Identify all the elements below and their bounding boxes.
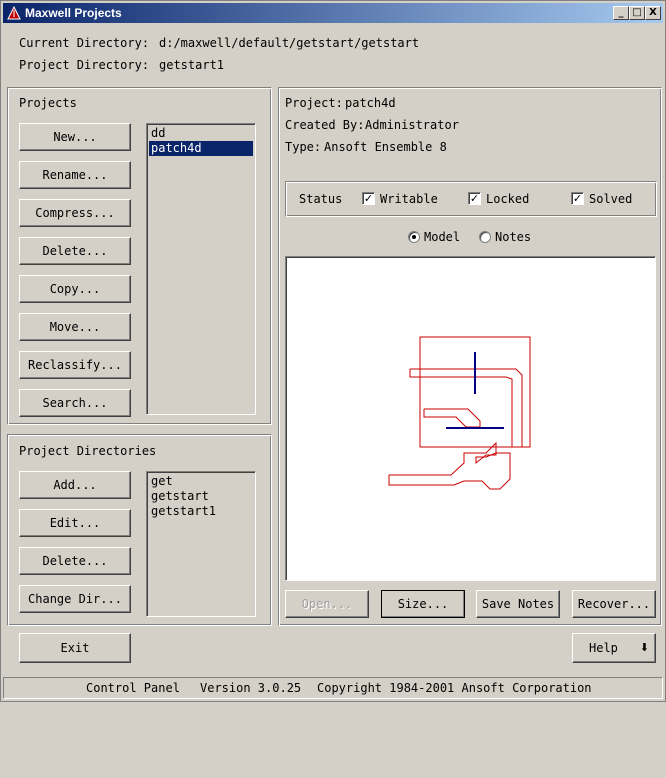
- current-directory-label: Current Directory:: [19, 36, 150, 50]
- project-directory-label: Project Directory:: [19, 58, 150, 72]
- exit-button[interactable]: Exit: [19, 633, 131, 663]
- minimize-button[interactable]: _: [613, 6, 629, 20]
- locked-checkbox[interactable]: ✓: [468, 192, 481, 205]
- project-type-label: Type:: [285, 140, 322, 154]
- projects-list[interactable]: dd patch4d: [146, 123, 256, 415]
- status-version: Version 3.0.25: [200, 681, 302, 695]
- rename-project-button[interactable]: Rename...: [19, 161, 131, 189]
- help-button[interactable]: Help ⬇: [572, 633, 656, 663]
- edit-directory-button[interactable]: Edit...: [19, 509, 131, 537]
- status-bar: Control Panel Version 3.0.25 Copyright 1…: [3, 677, 663, 699]
- project-directories-list[interactable]: get getstart getstart1: [146, 471, 256, 617]
- window-title: Maxwell Projects: [25, 6, 122, 20]
- created-by-label: Created By:: [285, 118, 365, 132]
- notes-radio[interactable]: [479, 231, 491, 243]
- title-bar[interactable]: Maxwell Projects _ □ X: [3, 3, 663, 23]
- list-item[interactable]: dd: [149, 126, 253, 141]
- help-label: Help: [589, 641, 618, 655]
- project-name-label: Project:: [285, 96, 343, 110]
- solved-label: Solved: [589, 192, 633, 206]
- delete-directory-button[interactable]: Delete...: [19, 547, 131, 575]
- change-directory-button[interactable]: Change Dir...: [19, 585, 131, 613]
- list-item-selected[interactable]: patch4d: [149, 141, 253, 156]
- status-copyright: Copyright 1984-2001 Ansoft Corporation: [317, 681, 592, 695]
- model-preview-canvas[interactable]: [285, 256, 656, 581]
- close-button[interactable]: X: [645, 6, 661, 20]
- add-directory-button[interactable]: Add...: [19, 471, 131, 499]
- model-geometry-drawing: [388, 336, 531, 490]
- notes-radio-label: Notes: [495, 230, 532, 244]
- model-radio[interactable]: [408, 231, 420, 243]
- projects-heading: Projects: [19, 96, 77, 110]
- maxwell-projects-window: Maxwell Projects _ □ X Current Directory…: [0, 0, 666, 702]
- copy-project-button[interactable]: Copy...: [19, 275, 131, 303]
- project-name-value: patch4d: [345, 96, 396, 110]
- status-component: Control Panel: [86, 681, 180, 695]
- status-label: Status: [299, 192, 343, 206]
- writable-checkbox[interactable]: ✓: [362, 192, 375, 205]
- help-menu-arrow-icon: ⬇: [639, 641, 649, 654]
- model-radio-label: Model: [424, 230, 461, 244]
- new-project-button[interactable]: New...: [19, 123, 131, 151]
- list-item[interactable]: getstart: [149, 489, 253, 504]
- project-type-value: Ansoft Ensemble 8: [324, 140, 447, 154]
- delete-project-button[interactable]: Delete...: [19, 237, 131, 265]
- maximize-button[interactable]: □: [629, 6, 645, 20]
- open-project-button[interactable]: Open...: [285, 590, 369, 618]
- move-project-button[interactable]: Move...: [19, 313, 131, 341]
- writable-label: Writable: [380, 192, 438, 206]
- size-button[interactable]: Size...: [381, 590, 465, 618]
- compress-project-button[interactable]: Compress...: [19, 199, 131, 227]
- recover-button[interactable]: Recover...: [572, 590, 656, 618]
- solved-checkbox[interactable]: ✓: [571, 192, 584, 205]
- project-directory-value: getstart1: [159, 58, 225, 72]
- project-directories-heading: Project Directories: [19, 444, 157, 458]
- radio-selected-dot: [412, 235, 416, 239]
- upper-feed-trace: [409, 368, 523, 448]
- save-notes-button[interactable]: Save Notes: [476, 590, 560, 618]
- middle-feed-trace: [423, 408, 481, 428]
- created-by-value: Administrator: [365, 118, 459, 132]
- ansoft-logo-icon: [7, 6, 21, 20]
- list-item[interactable]: getstart1: [149, 504, 253, 519]
- lower-feed-trace: [388, 441, 511, 490]
- current-directory-value: d:/maxwell/default/getstart/getstart: [159, 36, 420, 50]
- locked-label: Locked: [486, 192, 530, 206]
- reclassify-project-button[interactable]: Reclassify...: [19, 351, 131, 379]
- search-project-button[interactable]: Search...: [19, 389, 131, 417]
- list-item[interactable]: get: [149, 474, 253, 489]
